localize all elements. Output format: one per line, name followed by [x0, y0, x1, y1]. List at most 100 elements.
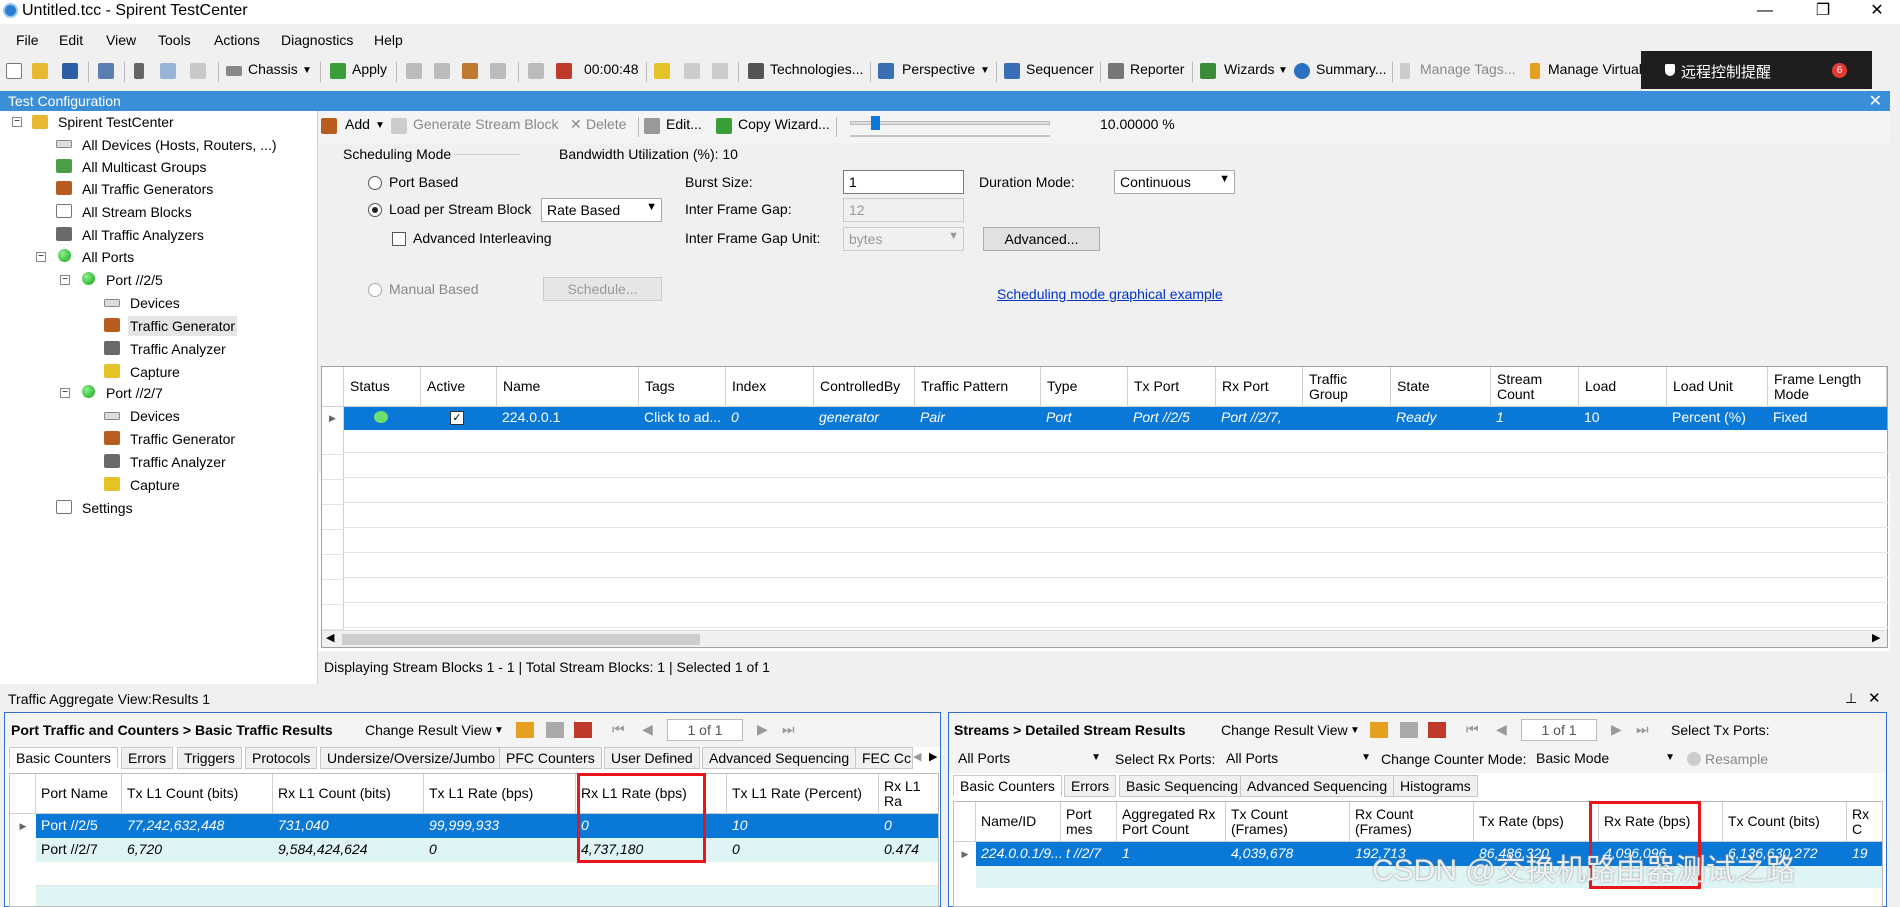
rx-ports-select[interactable]: All Ports ▼ [1223, 748, 1375, 770]
tree-traffic-generators[interactable]: All Traffic Generators [82, 179, 213, 199]
chevron-down-icon[interactable]: ▼ [1350, 725, 1360, 736]
col-controlled-by[interactable]: ControlledBy [814, 367, 915, 407]
tab-undersize[interactable]: Undersize/Oversize/Jumbo [320, 747, 503, 769]
slider-thumb[interactable] [870, 116, 880, 130]
next-page-icon[interactable]: ▶ [1611, 721, 1622, 738]
col-status[interactable]: Status [344, 367, 421, 407]
tab-fec[interactable]: FEC Cc [855, 747, 913, 769]
save-all-icon[interactable] [98, 63, 114, 79]
tab-basic-counters[interactable]: Basic Counters [953, 775, 1062, 797]
tree-port-2-5[interactable]: Port //2/5 [106, 270, 163, 290]
copy-wizard-button[interactable]: Copy Wizard... [738, 116, 830, 132]
close-button[interactable]: ✕ [1854, 0, 1900, 24]
tab-basic-counters[interactable]: Basic Counters [9, 747, 118, 769]
wizards-dropdown-icon[interactable]: ▼ [1278, 65, 1288, 76]
col-index[interactable]: Index [726, 367, 814, 407]
menu-file[interactable]: File [16, 32, 39, 48]
cut-icon[interactable] [134, 63, 144, 79]
menu-view[interactable]: View [106, 32, 136, 48]
load-slider[interactable] [850, 116, 1050, 130]
horizontal-scrollbar[interactable]: ◀ ▶ [322, 630, 1887, 647]
duration-mode-select[interactable]: Continuous ▼ [1114, 170, 1235, 194]
delete-button[interactable]: Delete [586, 116, 626, 132]
col-rx-count-bits[interactable]: Rx C [1847, 802, 1882, 842]
tree-stream-blocks[interactable]: All Stream Blocks [82, 202, 192, 222]
manual-based-radio[interactable] [368, 283, 382, 297]
disconnect-icon[interactable] [684, 63, 700, 79]
clear-results-icon[interactable] [490, 63, 506, 79]
open-folder-icon[interactable] [32, 63, 48, 79]
edit-button[interactable]: Edit... [666, 116, 702, 132]
stop-device-icon[interactable] [556, 63, 572, 79]
col-traffic-group[interactable]: Traffic Group [1303, 367, 1391, 407]
col-rx-port[interactable]: Rx Port [1216, 367, 1303, 407]
tab-protocols[interactable]: Protocols [245, 747, 318, 769]
perspective-button[interactable]: Perspective [902, 61, 975, 77]
rate-based-select[interactable]: Rate Based ▼ [541, 198, 662, 222]
tab-histograms[interactable]: Histograms [1393, 775, 1478, 797]
stop-results-icon[interactable] [574, 722, 592, 738]
export-icon[interactable] [1370, 722, 1388, 738]
advanced-interleaving-checkbox[interactable] [392, 232, 406, 246]
advanced-button[interactable]: Advanced... [983, 227, 1100, 251]
tree-all-devices[interactable]: All Devices (Hosts, Routers, ...) [82, 135, 277, 155]
tab-scroll-right-icon[interactable]: ▶ [929, 750, 937, 763]
row-selector[interactable] [322, 580, 344, 605]
menu-diagnostics[interactable]: Diagnostics [281, 32, 353, 48]
menu-help[interactable]: Help [374, 32, 403, 48]
col-tx-l1-rate-percent[interactable]: Tx L1 Rate (Percent) [727, 774, 879, 814]
schedule-button[interactable]: Schedule... [543, 277, 662, 301]
prev-page-icon[interactable]: ◀ [1496, 721, 1507, 738]
col-tx-port[interactable]: Tx Port [1128, 367, 1216, 407]
row-selector[interactable] [322, 605, 344, 630]
tab-triggers[interactable]: Triggers [177, 747, 242, 769]
menu-actions[interactable]: Actions [214, 32, 260, 48]
row-selector[interactable] [322, 430, 344, 455]
minimize-button[interactable]: — [1742, 0, 1788, 24]
tree-root[interactable]: Spirent TestCenter [58, 112, 174, 132]
chassis-dropdown-icon[interactable]: ▼ [302, 65, 312, 76]
apply-button[interactable]: Apply [352, 61, 387, 77]
col-tags[interactable]: Tags [639, 367, 726, 407]
row-selector[interactable] [322, 480, 344, 505]
start-traffic-icon[interactable] [406, 63, 422, 79]
col-name[interactable]: Name [497, 367, 639, 407]
first-page-icon[interactable]: ⏮ [1466, 721, 1479, 738]
col-rx-count-frames[interactable]: Rx Count (Frames) [1350, 802, 1474, 842]
row-selector[interactable] [322, 505, 344, 530]
tree-port2-devices[interactable]: Devices [130, 406, 180, 426]
tree-port-2-7[interactable]: Port //2/7 [106, 383, 163, 403]
chevron-down-icon[interactable]: ▼ [494, 725, 504, 736]
col-aggregated-rx-port-count[interactable]: Aggregated Rx Port Count [1117, 802, 1226, 842]
tree-port2-traffic-analyzer[interactable]: Traffic Analyzer [130, 452, 226, 472]
col-tx-rate[interactable]: Tx Rate (bps) [1474, 802, 1599, 842]
table-row[interactable]: Port //2/5 77,242,632,448 731,040 99,999… [36, 814, 938, 838]
close-results-icon[interactable]: ✕ [1868, 689, 1881, 707]
counter-mode-select[interactable]: Basic Mode ▼ [1533, 748, 1679, 770]
technologies-button[interactable]: Technologies... [770, 61, 863, 77]
col-port-name[interactable]: Port Name [36, 774, 122, 814]
tx-ports-select[interactable]: All Ports ▼ [955, 748, 1105, 770]
tab-pfc-counters[interactable]: PFC Counters [499, 747, 602, 769]
sequencer-button[interactable]: Sequencer [1026, 61, 1094, 77]
connect-icon[interactable] [654, 63, 670, 79]
stop-results-icon[interactable] [1428, 722, 1446, 738]
change-result-view-button[interactable]: Change Result View [1221, 722, 1348, 738]
cell-tags[interactable]: Click to ad... [639, 407, 726, 429]
tab-advanced-sequencing[interactable]: Advanced Sequencing [702, 747, 857, 769]
tab-errors[interactable]: Errors [1064, 775, 1117, 797]
tab-basic-sequencing[interactable]: Basic Sequencing [1119, 775, 1246, 797]
col-port-names[interactable]: Port mes [1061, 802, 1117, 842]
col-state[interactable]: State [1391, 367, 1491, 407]
tab-scroll-left-icon[interactable]: ◀ [913, 750, 921, 763]
col-load[interactable]: Load [1579, 367, 1667, 407]
maximize-button[interactable]: ❐ [1800, 0, 1846, 24]
col-type[interactable]: Type [1041, 367, 1128, 407]
tree-port1-devices[interactable]: Devices [130, 293, 180, 313]
copy-results-icon[interactable] [546, 722, 564, 738]
burst-size-input[interactable]: 1 [843, 170, 964, 194]
tree-traffic-analyzers[interactable]: All Traffic Analyzers [82, 225, 204, 245]
tab-advanced-sequencing[interactable]: Advanced Sequencing [1240, 775, 1395, 797]
pin-icon[interactable]: ⊥ [1845, 690, 1857, 707]
tab-errors[interactable]: Errors [121, 747, 174, 769]
